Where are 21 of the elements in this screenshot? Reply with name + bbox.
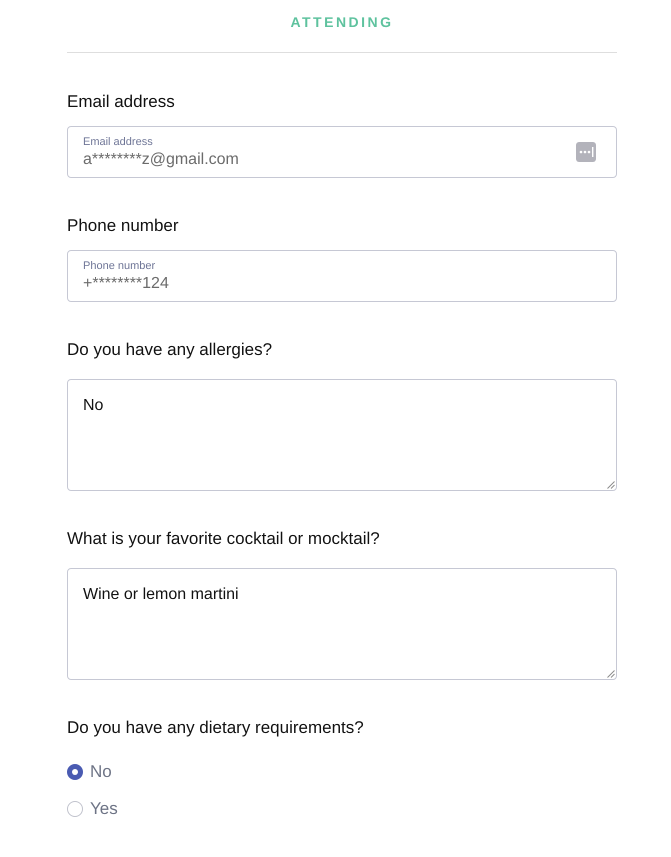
text-input[interactable]: a********z@gmail.com bbox=[83, 150, 524, 169]
radio-label[interactable]: No bbox=[90, 762, 112, 782]
floating-label: Phone number bbox=[83, 260, 156, 273]
section-title: ATTENDING bbox=[290, 13, 394, 32]
text-field[interactable]: Email address a********z@gmail.com bbox=[67, 126, 617, 178]
text-field[interactable]: Phone number +********124 bbox=[67, 250, 617, 302]
question-label: What is your favorite cocktail or mocktail? bbox=[67, 529, 381, 549]
question-label: Do you have any dietary requirements? bbox=[67, 718, 365, 738]
resize-grip-icon[interactable] bbox=[607, 481, 615, 489]
radio-button[interactable] bbox=[67, 801, 83, 817]
text-input[interactable]: +********124 bbox=[83, 274, 524, 293]
radio-label[interactable]: Yes bbox=[90, 799, 118, 819]
question-label: Email address bbox=[67, 92, 176, 112]
text-area[interactable]: Wine or lemon martini bbox=[67, 568, 617, 680]
question-label: Do you have any allergies? bbox=[67, 340, 274, 360]
radio-button[interactable] bbox=[67, 764, 83, 780]
floating-label: Email address bbox=[83, 136, 153, 149]
password-dots-icon[interactable] bbox=[576, 142, 596, 162]
question-label: Phone number bbox=[67, 216, 180, 236]
resize-grip-icon[interactable] bbox=[607, 670, 615, 678]
text-area[interactable]: No bbox=[67, 379, 617, 491]
